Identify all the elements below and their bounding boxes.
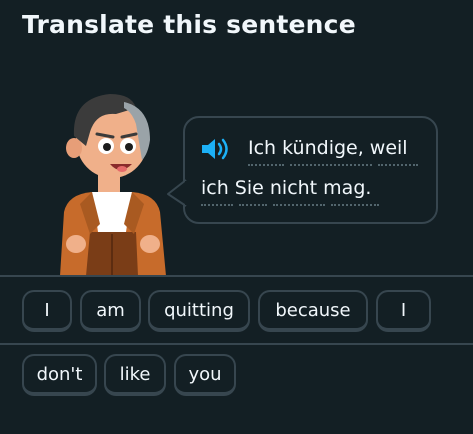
word-chip-quitting[interactable]: quitting bbox=[148, 290, 250, 332]
hint-underline bbox=[239, 204, 267, 206]
character-illustration bbox=[60, 94, 166, 276]
word-chip-you[interactable]: you bbox=[174, 354, 236, 396]
translate-exercise-screen: Translate this sentence Ich kündige, wei… bbox=[0, 0, 473, 434]
answer-line bbox=[0, 275, 473, 277]
word-chip-i-second[interactable]: I bbox=[376, 290, 431, 332]
hint-underline bbox=[273, 204, 325, 206]
speech-bubble bbox=[183, 116, 438, 224]
hint-underline bbox=[290, 164, 372, 166]
word-chip-like[interactable]: like bbox=[104, 354, 166, 396]
speaker-icon[interactable] bbox=[200, 136, 232, 162]
answer-line bbox=[0, 343, 473, 345]
prompt-sentence-line-1[interactable]: Ich kündige, weil bbox=[248, 137, 408, 159]
word-chip-am[interactable]: am bbox=[80, 290, 141, 332]
page-title: Translate this sentence bbox=[22, 10, 356, 39]
hint-underline bbox=[248, 164, 284, 166]
speech-bubble-tail bbox=[167, 179, 190, 207]
word-chip-dont[interactable]: don't bbox=[22, 354, 97, 396]
hint-underline bbox=[201, 204, 233, 206]
prompt-sentence-line-2[interactable]: ich Sie nicht mag. bbox=[201, 177, 371, 199]
hint-underline bbox=[331, 204, 379, 206]
word-chip-i[interactable]: I bbox=[22, 290, 72, 332]
word-chip-because[interactable]: because bbox=[258, 290, 368, 332]
hint-underline bbox=[378, 164, 418, 166]
